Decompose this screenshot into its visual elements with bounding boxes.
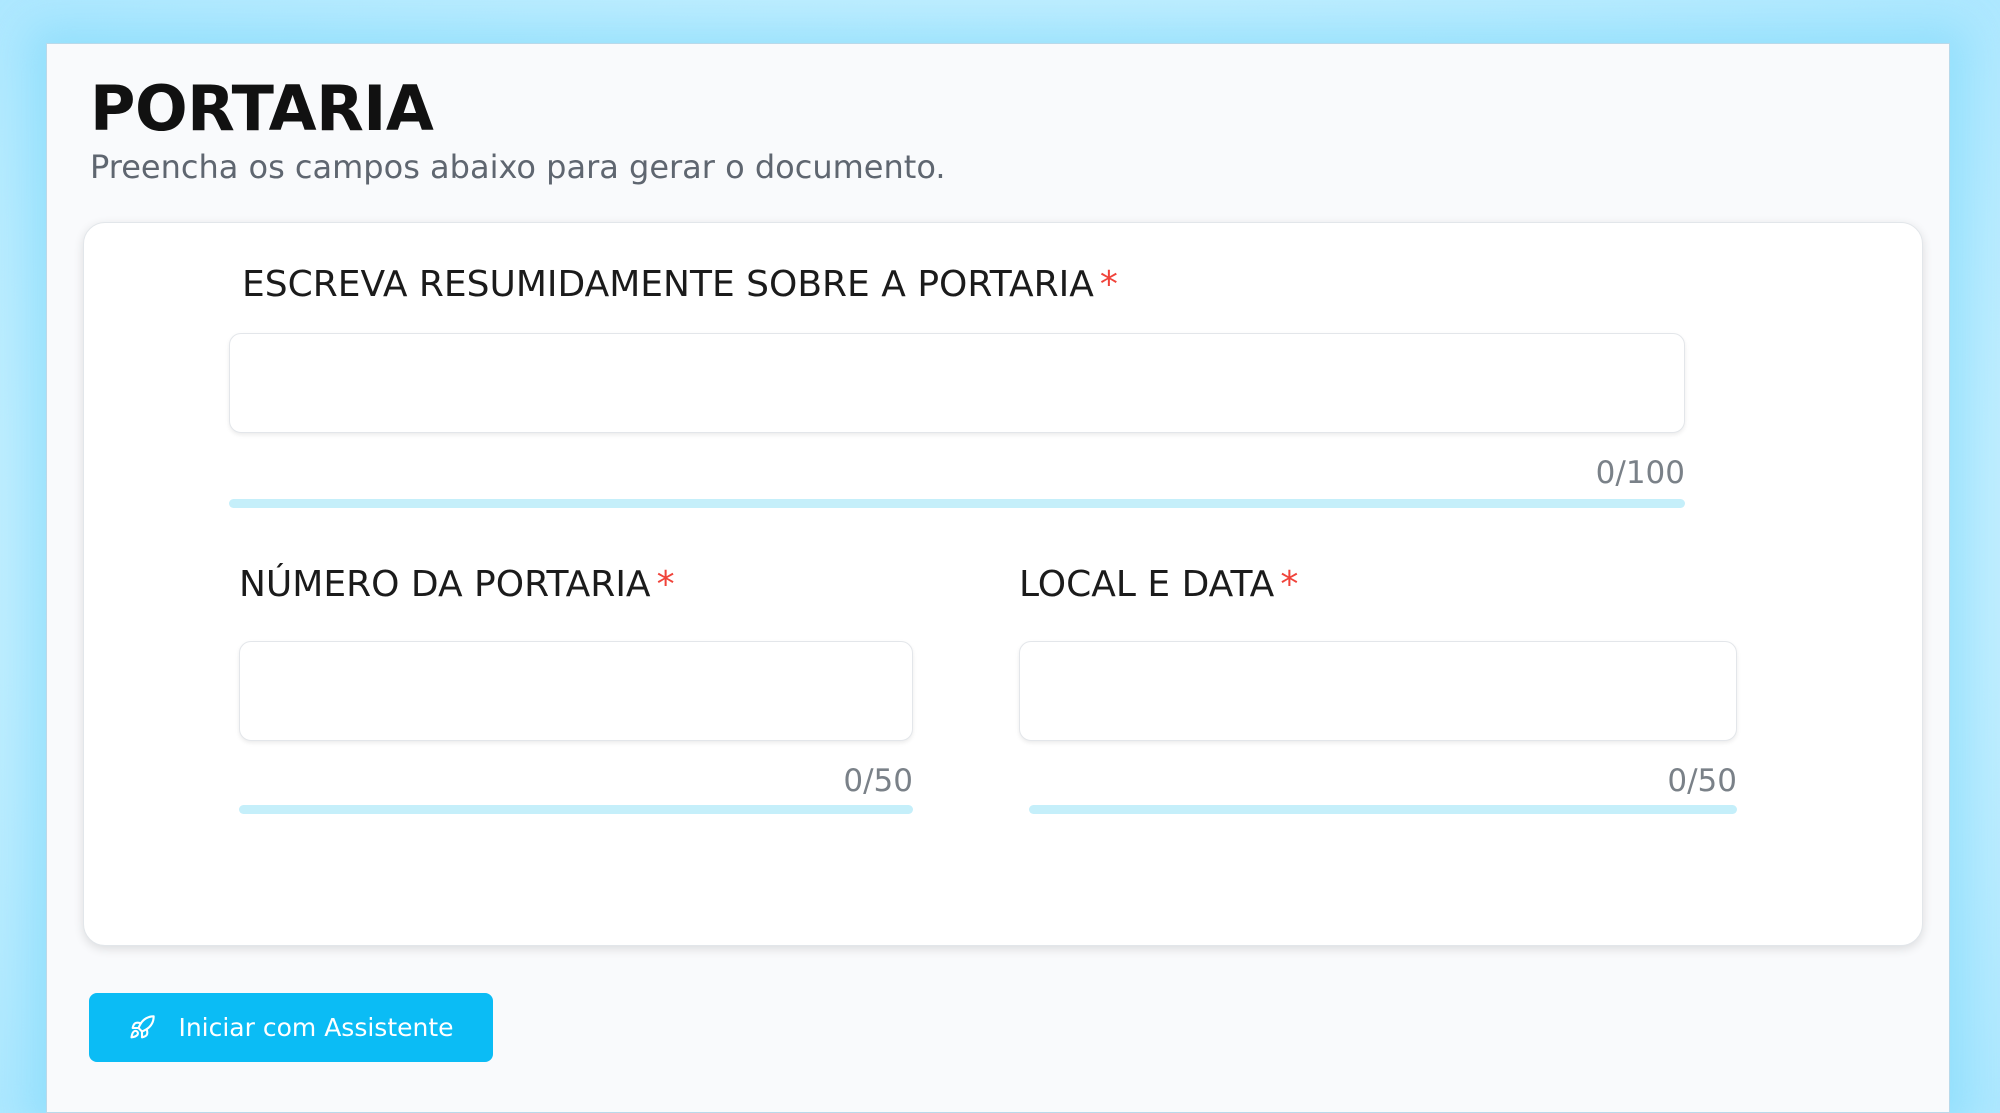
numero-field-label: NÚMERO DA PORTARIA (239, 564, 651, 605)
local-data-field-label-row: LOCAL E DATA * (1019, 563, 1298, 607)
rocket-icon (130, 1014, 156, 1038)
resumo-field-label-row: ESCREVA RESUMIDAMENTE SOBRE A PORTARIA * (242, 263, 1118, 307)
app-window: PORTARIA Preencha os campos abaixo para … (46, 43, 1950, 1113)
start-assistant-label: Iniciar com Assistente (178, 1013, 454, 1042)
numero-progress-bar (239, 805, 913, 814)
local-data-required-mark: * (1280, 564, 1299, 605)
numero-char-counter: 0/50 (843, 763, 913, 799)
local-data-input[interactable] (1019, 641, 1737, 741)
form-card: ESCREVA RESUMIDAMENTE SOBRE A PORTARIA * … (83, 222, 1923, 946)
numero-required-mark: * (656, 564, 675, 605)
resumo-field-label: ESCREVA RESUMIDAMENTE SOBRE A PORTARIA (242, 264, 1094, 305)
resumo-char-counter: 0/100 (1595, 455, 1685, 491)
resumo-required-mark: * (1099, 264, 1118, 305)
numero-input[interactable] (239, 641, 913, 741)
local-data-progress-bar (1029, 805, 1737, 814)
start-assistant-button[interactable]: Iniciar com Assistente (89, 993, 493, 1062)
resumo-input[interactable] (229, 333, 1685, 433)
numero-field-label-row: NÚMERO DA PORTARIA * (239, 563, 675, 607)
page-subtitle: Preencha os campos abaixo para gerar o d… (90, 148, 946, 186)
local-data-field-label: LOCAL E DATA (1019, 564, 1275, 605)
local-data-char-counter: 0/50 (1667, 763, 1737, 799)
resumo-progress-bar (229, 499, 1685, 508)
page-title: PORTARIA (90, 72, 434, 145)
